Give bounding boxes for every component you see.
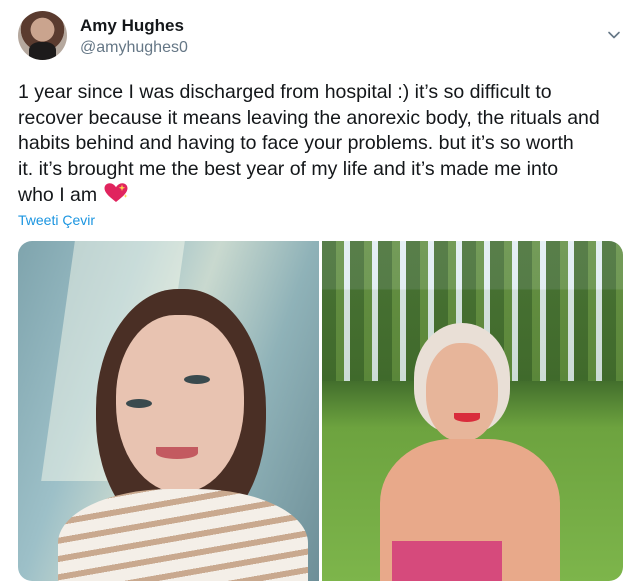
display-name[interactable]: Amy Hughes	[80, 16, 184, 36]
photo-after[interactable]	[322, 241, 623, 581]
tweet-media	[18, 241, 623, 581]
avatar-shirt	[29, 42, 56, 60]
tweet-text: 1 year since I was discharged from hospi…	[18, 80, 630, 209]
avatar[interactable]	[18, 11, 67, 60]
sparkling-heart-icon	[104, 183, 128, 202]
chevron-down-icon[interactable]	[607, 28, 621, 42]
translate-tweet-link[interactable]: Tweeti Çevir	[18, 212, 95, 228]
photo-before[interactable]	[18, 241, 319, 581]
user-handle[interactable]: @amyhughes0	[80, 39, 188, 57]
